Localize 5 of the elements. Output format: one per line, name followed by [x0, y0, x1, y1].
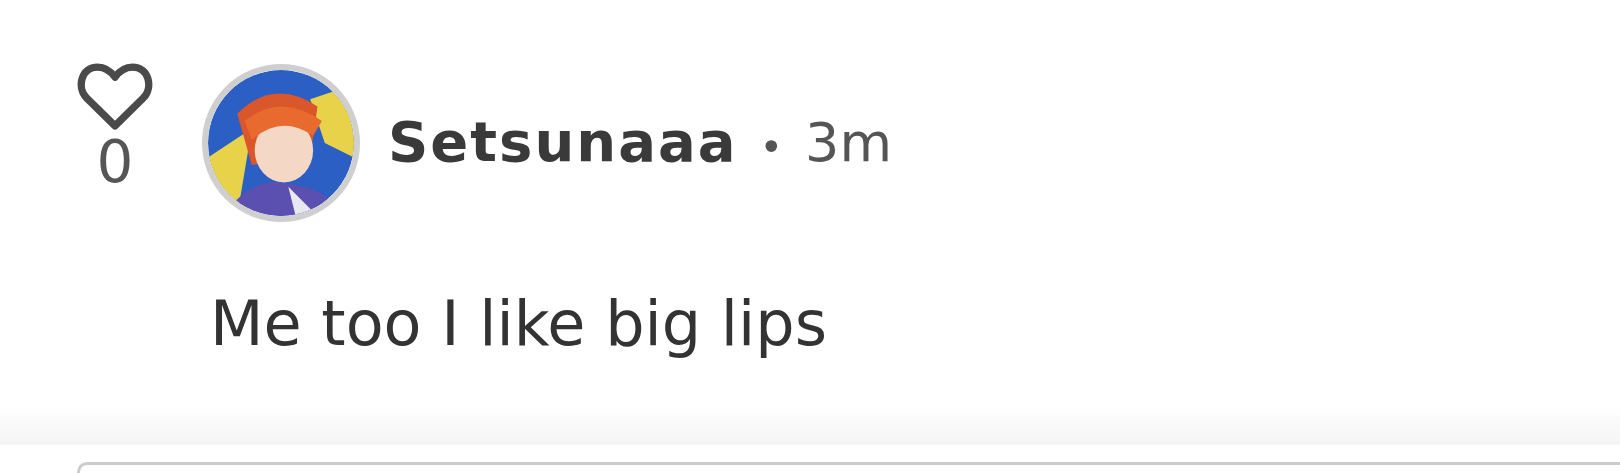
comment-text: Me too I like big lips	[210, 288, 828, 360]
separator-dot: •	[759, 124, 784, 170]
like-count: 0	[96, 131, 134, 193]
author-name[interactable]: Setsunaaa	[388, 109, 738, 174]
comment-time: 3m	[805, 111, 893, 174]
